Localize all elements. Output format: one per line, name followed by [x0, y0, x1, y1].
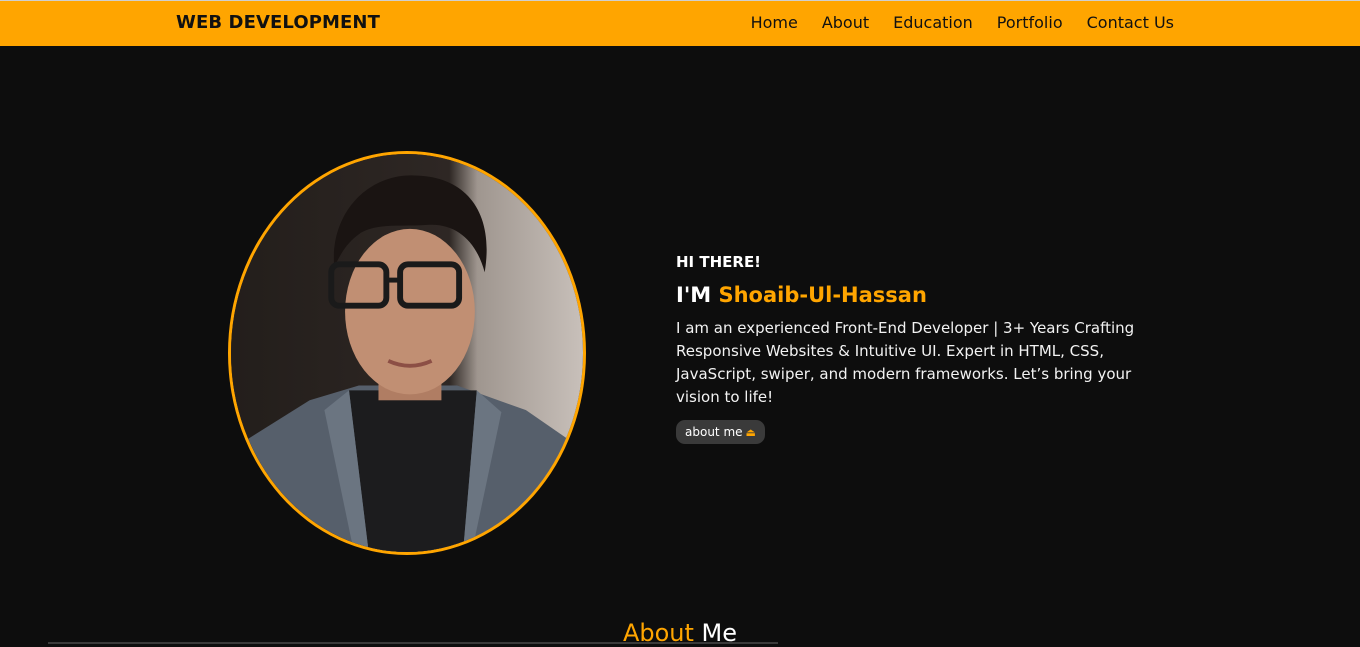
about-me-button[interactable]: about me ⏏	[676, 420, 765, 444]
nav-link-contact[interactable]: Contact Us	[1087, 13, 1174, 32]
bio-paragraph: I am an experienced Front-End Developer …	[676, 319, 1135, 406]
nav-link-portfolio[interactable]: Portfolio	[997, 13, 1063, 32]
name-prefix: I'M	[676, 283, 719, 307]
hero-section: HI THERE! I'M Shoaib-Ul-Hassan I am an e…	[0, 46, 1360, 647]
name-heading: I'M Shoaib-Ul-Hassan	[676, 283, 1156, 307]
greeting-text: HI THERE!	[676, 253, 762, 271]
eject-icon: ⏏	[745, 425, 756, 439]
profile-photo	[228, 151, 586, 555]
about-me-button-label: about me	[685, 425, 743, 439]
top-navbar: WEB DEVELOPMENT Home About Education Por…	[0, 0, 1360, 46]
developer-name: Shoaib-Ul-Hassan	[718, 283, 927, 307]
profile-photo-illustration	[231, 154, 583, 552]
nav-link-about[interactable]: About	[822, 13, 869, 32]
nav-links: Home About Education Portfolio Contact U…	[727, 13, 1174, 32]
intro-block: HI THERE! I'M Shoaib-Ul-Hassan I am an e…	[676, 253, 1156, 444]
nav-link-home[interactable]: Home	[751, 13, 798, 32]
nav-link-education[interactable]: Education	[893, 13, 973, 32]
brand-logo-text[interactable]: WEB DEVELOPMENT	[176, 12, 380, 33]
